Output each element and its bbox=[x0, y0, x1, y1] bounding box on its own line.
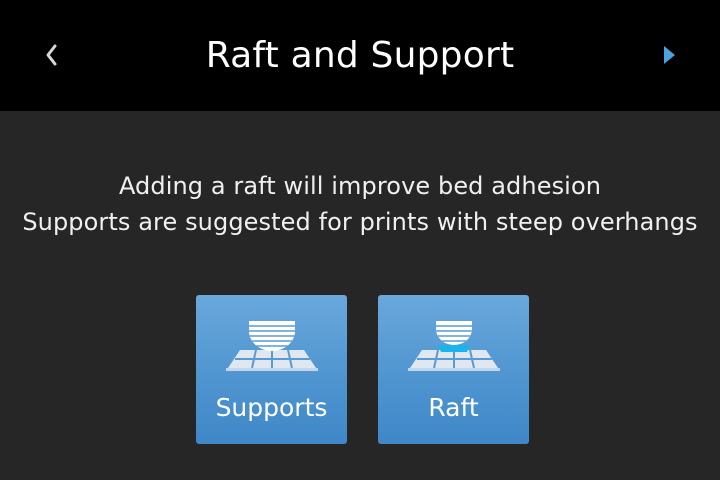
description-line-1: Adding a raft will improve bed adhesion bbox=[118, 172, 602, 200]
supports-label: Supports bbox=[215, 393, 328, 422]
next-button[interactable] bbox=[646, 28, 694, 84]
play-right-icon bbox=[646, 28, 694, 84]
description-line-2: Supports are suggested for prints with s… bbox=[22, 208, 698, 236]
header-bar: Raft and Support bbox=[0, 0, 720, 111]
back-button[interactable] bbox=[28, 28, 76, 84]
chevron-left-icon bbox=[28, 28, 76, 84]
raft-button[interactable]: Raft bbox=[378, 295, 529, 444]
supports-icon bbox=[222, 317, 322, 379]
page-title: Raft and Support bbox=[205, 35, 515, 76]
raft-support-screen: Raft and Support Adding a raft will impr… bbox=[0, 0, 720, 480]
raft-icon bbox=[404, 317, 504, 379]
raft-label: Raft bbox=[428, 393, 479, 422]
description-text: Adding a raft will improve bed adhesion … bbox=[0, 168, 720, 240]
supports-button[interactable]: Supports bbox=[196, 295, 347, 444]
